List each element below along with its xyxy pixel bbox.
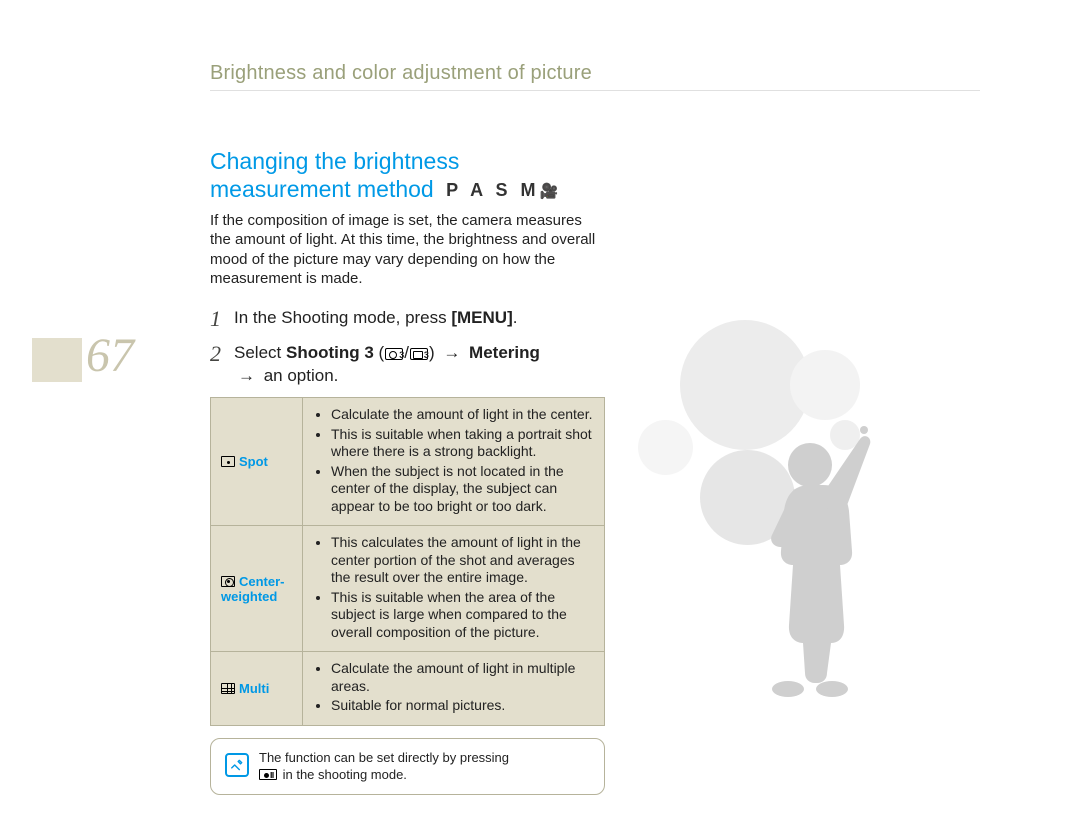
main-content: Changing the brightness measurement meth… [210,148,605,795]
page-number: 67 [86,328,134,383]
bullet: This is suitable when the area of the su… [331,589,594,642]
center-weighted-icon [221,576,235,587]
section-title-line1: Changing the brightness [210,148,459,174]
table-row: Center-weighted This calculates the amou… [211,526,605,652]
step-body: In the Shooting mode, press [MENU]. [234,306,517,330]
step-number: 2 [210,341,234,367]
row-label-spot: Spot [211,398,303,526]
section-title: Changing the brightness measurement meth… [210,148,605,203]
spot-icon [221,456,235,467]
mode-indicator: P A S M🎥 [446,180,558,202]
header-rule [210,90,980,91]
camera3-icon [385,348,403,360]
row-label-center: Center-weighted [211,526,303,652]
step-1: 1 In the Shooting mode, press [MENU]. [210,306,605,332]
header-title: Brightness and color adjustment of pictu… [210,62,592,85]
step-2: 2 Select Shooting 3 (/) → Metering → an … [210,341,605,388]
bullet: When the subject is not located in the c… [331,463,594,516]
child-silhouette-icon [740,405,880,705]
steps-list: 1 In the Shooting mode, press [MENU]. 2 … [210,306,605,388]
decorative-illustration [600,320,990,740]
bullet: Suitable for normal pictures. [331,697,594,715]
row-desc: This calculates the amount of light in t… [303,526,605,652]
step-body: Select Shooting 3 (/) → Metering → an op… [234,341,540,388]
note-text: The function can be set directly by pres… [259,749,590,784]
row-label-multi: Multi [211,652,303,726]
note-icon [225,753,249,777]
table-row: Spot Calculate the amount of light in th… [211,398,605,526]
page-number-tab [32,338,82,382]
bullet: Calculate the amount of light in the cen… [331,406,594,424]
movie3-icon [410,348,428,360]
table-row: Multi Calculate the amount of light in m… [211,652,605,726]
bullet: This calculates the amount of light in t… [331,534,594,587]
section-title-line2: measurement method [210,176,434,202]
bullet: Calculate the amount of light in multipl… [331,660,594,695]
note-box: The function can be set directly by pres… [210,738,605,795]
metering-button-icon [259,769,277,780]
section-intro: If the composition of image is set, the … [210,211,605,288]
row-desc: Calculate the amount of light in the cen… [303,398,605,526]
metering-table: Spot Calculate the amount of light in th… [210,397,605,726]
step-number: 1 [210,306,234,332]
row-desc: Calculate the amount of light in multipl… [303,652,605,726]
multi-icon [221,683,235,694]
bullet: This is suitable when taking a portrait … [331,426,594,461]
